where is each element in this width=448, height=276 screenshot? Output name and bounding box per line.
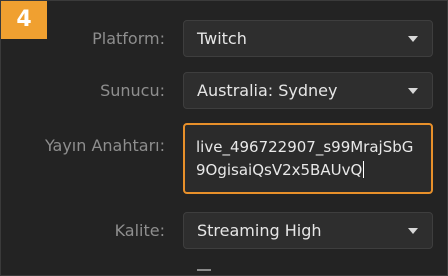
streaming-settings-panel: 4 Platform: Twitch Sunucu: Australia: Sy… (0, 0, 448, 276)
scroll-indicator (197, 269, 211, 275)
stream-key-input[interactable]: live_496722907_s99MrajSbG9OgisaiQsV2x5BA… (183, 123, 433, 194)
platform-label: Platform: (92, 29, 165, 48)
quality-dropdown[interactable]: Streaming High (183, 212, 433, 249)
server-dropdown[interactable]: Australia: Sydney (183, 72, 433, 109)
platform-dropdown[interactable]: Twitch (183, 20, 433, 57)
platform-value: Twitch (197, 29, 247, 48)
chevron-down-icon (408, 36, 418, 42)
stream-key-label: Yayın Anahtarı: (44, 136, 165, 155)
chevron-down-icon (408, 88, 418, 94)
stream-key-value: live_496722907_s99MrajSbG9OgisaiQsV2x5BA… (196, 138, 414, 179)
server-value: Australia: Sydney (197, 81, 338, 100)
chevron-down-icon (408, 228, 418, 234)
text-cursor (363, 161, 365, 178)
server-label: Sunucu: (100, 81, 165, 100)
step-number-badge: 4 (1, 1, 47, 39)
quality-label: Kalite: (114, 221, 165, 240)
quality-value: Streaming High (197, 221, 322, 240)
